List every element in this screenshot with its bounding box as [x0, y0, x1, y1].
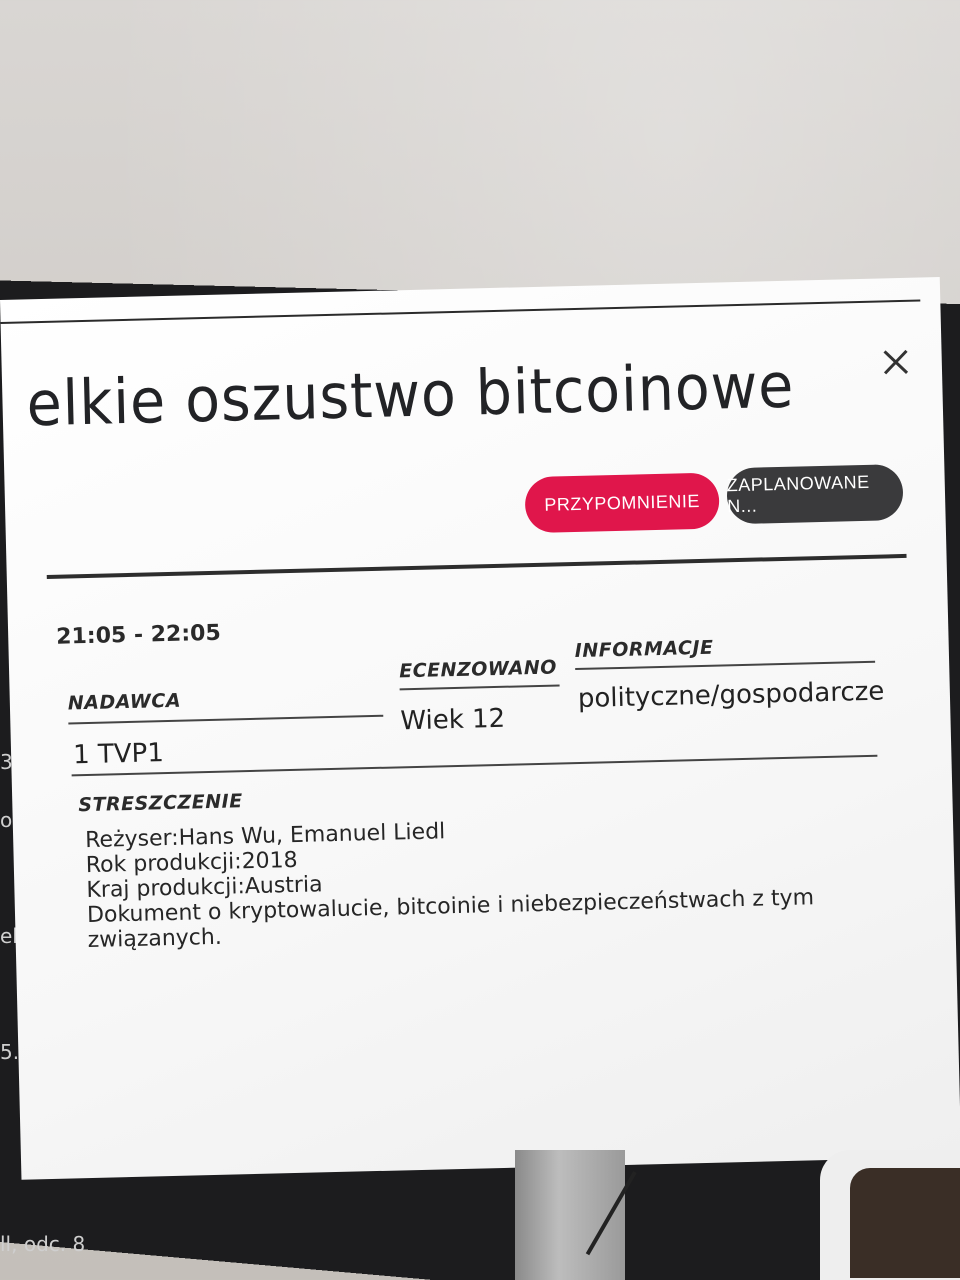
rating-label: ECENZOWANO: [398, 656, 558, 683]
section-divider: [46, 553, 907, 579]
summary-label: STRESZCZENIE: [78, 790, 243, 817]
plant-soil: [850, 1168, 960, 1278]
broadcaster-value: 1 TVP1: [72, 738, 165, 771]
remind-button[interactable]: PRZYPOMNIENIE: [524, 472, 720, 534]
tv-screen: elkie oszustwo bitcoinowe PRZYPOMNIENIE …: [0, 277, 960, 1260]
program-info-dialog: elkie oszustwo bitcoinowe PRZYPOMNIENIE …: [0, 277, 960, 1180]
scheduled-button[interactable]: ZAPLANOWANE N...: [726, 464, 904, 525]
summary-text: Reżyser:Hans Wu, Emanuel Liedl Rok produ…: [85, 810, 848, 953]
top-divider: [0, 299, 921, 324]
broadcaster-label: NADAWCA: [67, 689, 182, 715]
info-label: INFORMACJE: [574, 636, 714, 663]
close-icon[interactable]: [879, 346, 912, 379]
program-time: 21:05 - 22:05: [55, 620, 222, 650]
info-rule: [575, 660, 876, 671]
rating-value: Wiek 12: [400, 703, 506, 737]
details-divider: [71, 754, 878, 777]
broadcaster-rule: [68, 714, 384, 725]
rating-rule: [399, 684, 560, 691]
info-value: polityczne/gospodarcze: [577, 676, 885, 714]
program-title: elkie oszustwo bitcoinowe: [25, 348, 796, 441]
